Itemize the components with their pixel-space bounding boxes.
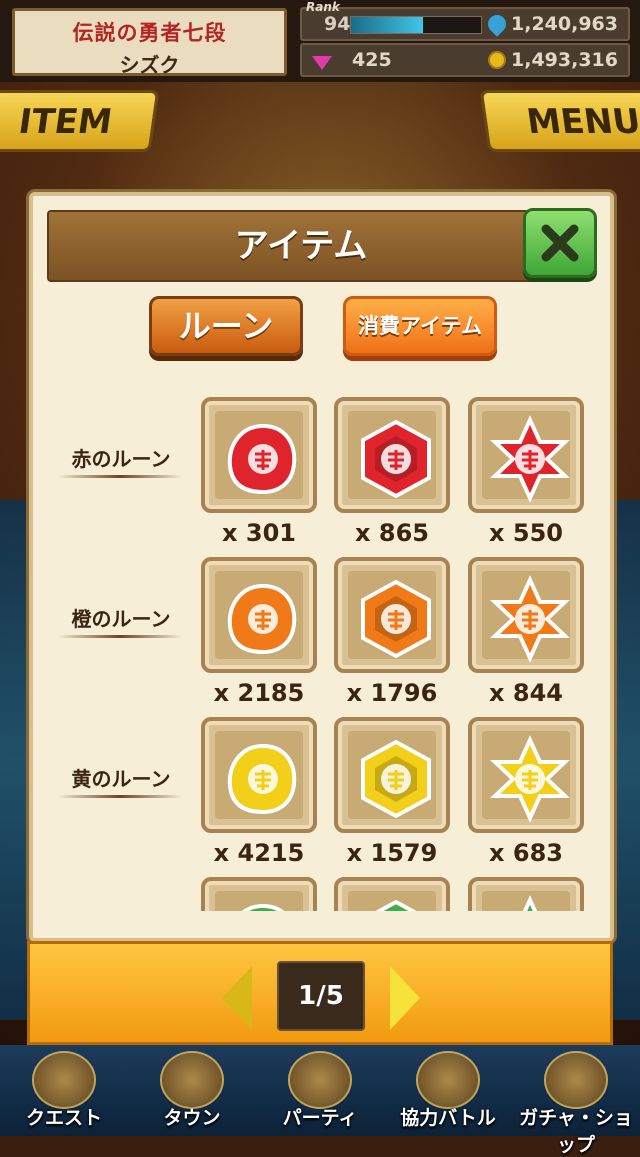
rune-row: [41, 871, 606, 911]
nav-item-label: パーティ: [282, 1107, 358, 1129]
rune-count: x 865: [355, 519, 429, 547]
rune-slot[interactable]: [468, 717, 584, 833]
rune-slot[interactable]: [201, 877, 317, 911]
nav-item[interactable]: タウン: [128, 1045, 256, 1136]
rune-count: x 550: [489, 519, 563, 547]
pager: 1/5: [27, 941, 613, 1045]
rune-slot[interactable]: [334, 877, 450, 911]
prev-page-arrow-icon[interactable]: [222, 966, 252, 1030]
nav-item-label: ガチャ・ショップ: [519, 1107, 633, 1156]
rune-slot[interactable]: [334, 717, 450, 833]
status-bar: 伝説の勇者七段 シズク 94 1,240,963 Rank 425 1,493,…: [0, 0, 640, 82]
tab-rune[interactable]: ルーン: [149, 296, 303, 356]
gems-coins-row: 425 1,493,316: [300, 43, 630, 77]
coop-battle-icon: [416, 1051, 480, 1109]
rune-row-underline: [57, 795, 183, 798]
close-icon: [541, 224, 579, 262]
gem-icon: [312, 56, 332, 70]
bottom-navigation: クエスト タウン パーティ 協力バトル ガチャ・ショップ: [0, 1045, 640, 1156]
rune-count: x 1796: [346, 679, 438, 707]
rank-stamina-row: 94 1,240,963: [300, 7, 630, 41]
coin-icon: [488, 51, 506, 69]
rune-row: 橙のルーン x 2185 x 1796 x 844: [41, 551, 606, 711]
rune-count: x 301: [222, 519, 296, 547]
town-icon: [160, 1051, 224, 1109]
coins-value: 1,493,316: [511, 49, 618, 71]
quest-icon: [32, 1051, 96, 1109]
nav-item[interactable]: 協力バトル: [384, 1045, 512, 1136]
item-button[interactable]: ITEM: [0, 90, 160, 152]
close-button[interactable]: [523, 208, 597, 278]
rune-count: x 683: [489, 839, 563, 867]
nav-item[interactable]: パーティ: [256, 1045, 384, 1136]
page-indicator: 1/5: [277, 961, 365, 1031]
rank-progress-fill: [351, 17, 423, 33]
rune-slot[interactable]: [334, 397, 450, 513]
rune-row-underline: [57, 475, 183, 478]
nav-item-label: 協力バトル: [400, 1107, 496, 1129]
rune-slot[interactable]: [468, 397, 584, 513]
player-info[interactable]: 伝説の勇者七段 シズク: [12, 8, 287, 77]
player-title: 伝説の勇者七段: [72, 20, 227, 45]
dialog-title: アイテム: [234, 226, 368, 266]
stamina-value: 1,240,963: [511, 13, 618, 35]
rune-row-label: 赤のルーン: [71, 447, 171, 471]
rank-value: 94: [324, 13, 351, 35]
next-page-arrow-icon[interactable]: [390, 966, 420, 1030]
nav-item[interactable]: ガチャ・ショップ: [512, 1045, 640, 1156]
gacha-shop-icon: [544, 1051, 608, 1109]
rank-label: Rank: [306, 0, 340, 14]
nav-item[interactable]: クエスト: [0, 1045, 128, 1136]
rune-slot[interactable]: [201, 557, 317, 673]
tab-consumables[interactable]: 消費アイテム: [343, 296, 497, 356]
rune-slot[interactable]: [201, 717, 317, 833]
rune-count: x 844: [489, 679, 563, 707]
stamina-drop-icon: [484, 11, 510, 37]
nav-item-label: タウン: [163, 1107, 221, 1129]
rune-row-label: 黄のルーン: [71, 767, 171, 791]
nav-item-label: クエスト: [25, 1107, 102, 1129]
rune-slot[interactable]: [201, 397, 317, 513]
rune-row: 黄のルーン x 4215 x 1579 x 683: [41, 711, 606, 871]
rune-count: x 1579: [346, 839, 438, 867]
rune-slot[interactable]: [468, 557, 584, 673]
menu-button[interactable]: MENU: [479, 90, 640, 152]
rune-count: x 4215: [213, 839, 305, 867]
rune-count: x 2185: [213, 679, 305, 707]
player-name: シズク: [119, 53, 180, 77]
rune-grid: 赤のルーン x 301 x 865 x 550 橙のルーン x 2185 x 1796 x 8…: [41, 391, 606, 911]
rune-row-label: 橙のルーン: [71, 607, 171, 631]
dialog-header: アイテム: [47, 210, 555, 282]
rank-progress-bar: [350, 16, 482, 34]
rune-slot[interactable]: [334, 557, 450, 673]
rune-row-underline: [57, 635, 183, 638]
gems-value: 425: [352, 49, 392, 71]
party-icon: [288, 1051, 352, 1109]
rune-row: 赤のルーン x 301 x 865 x 550: [41, 391, 606, 551]
item-dialog: アイテム ルーン 消費アイテム 赤のルーン x 301 x 865 x 550 橙のルー…: [29, 192, 614, 942]
rune-slot[interactable]: [468, 877, 584, 911]
